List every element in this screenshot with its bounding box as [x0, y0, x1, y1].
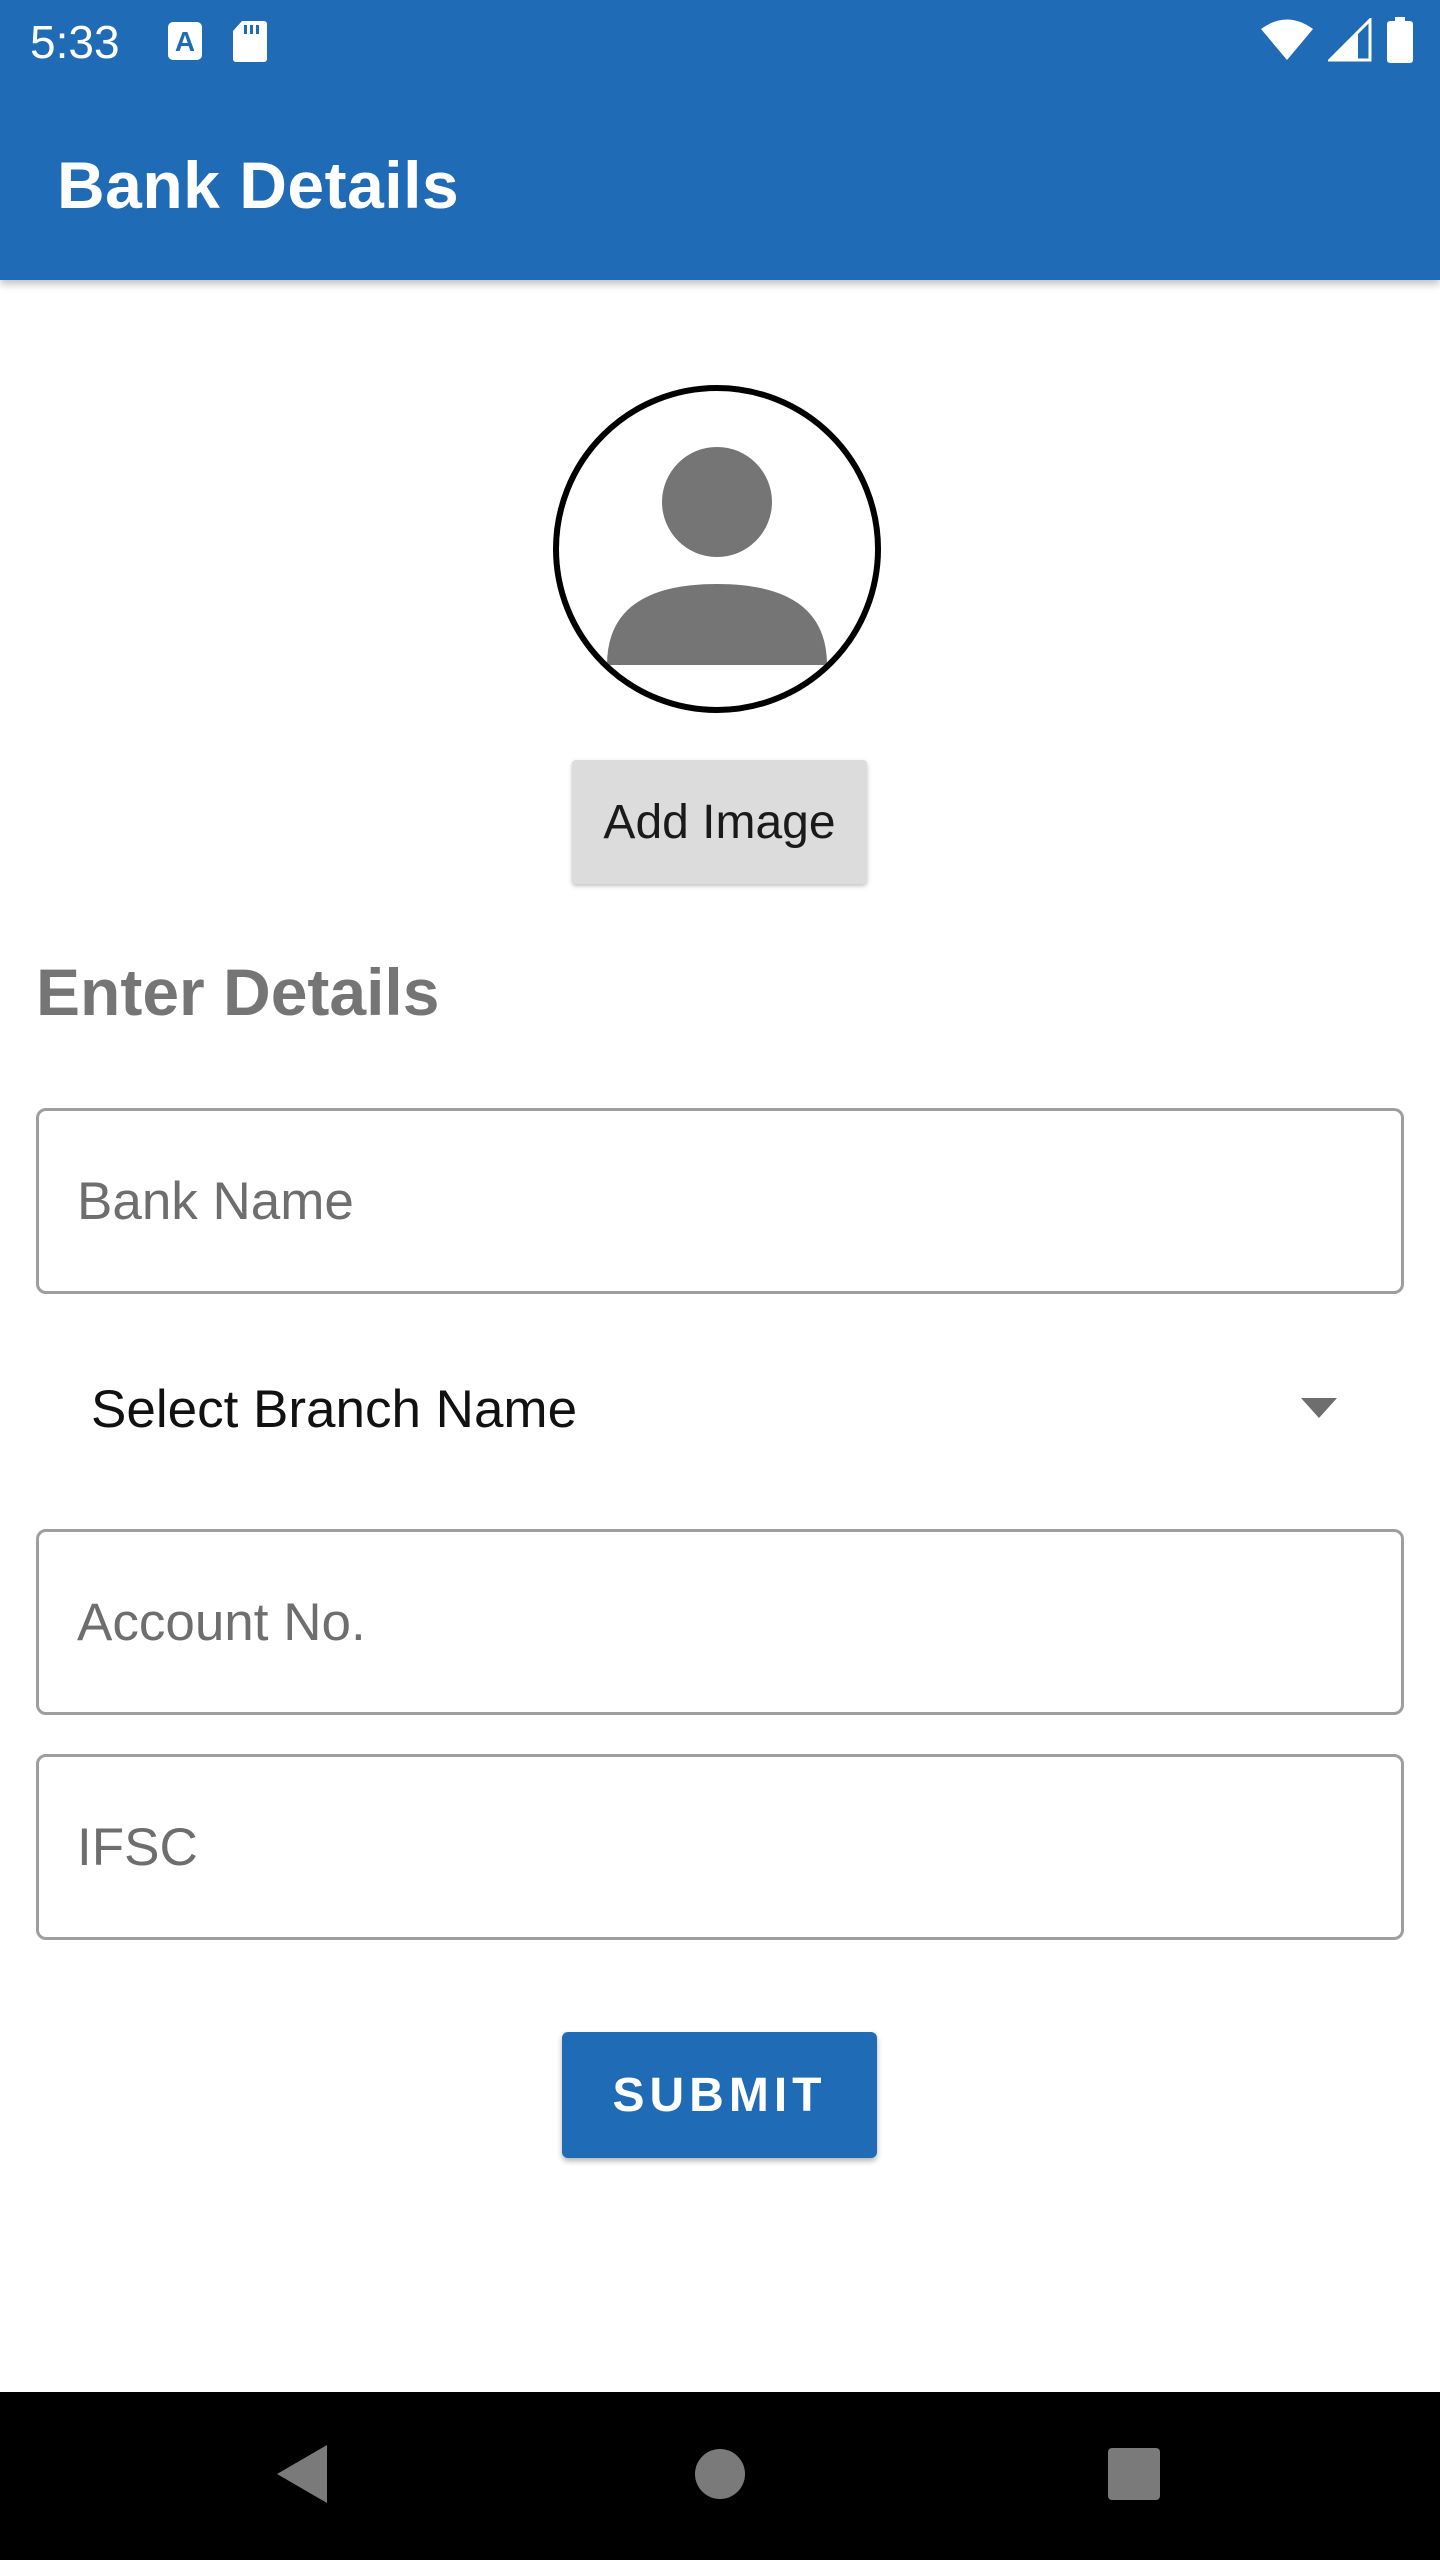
- section-title: Enter Details: [36, 955, 440, 1029]
- wifi-icon: [1260, 18, 1314, 67]
- home-icon: [693, 2447, 747, 2506]
- ifsc-input[interactable]: [77, 1757, 1367, 1937]
- recents-icon: [1107, 2447, 1161, 2506]
- account-no-input[interactable]: [77, 1532, 1367, 1712]
- status-icons-left: A: [166, 20, 268, 66]
- status-icons-right: [1260, 15, 1414, 69]
- app-title: Bank Details: [57, 148, 460, 222]
- bank-name-field[interactable]: [36, 1108, 1404, 1294]
- app-bar: 5:33 A Bank Details: [0, 0, 1440, 280]
- person-icon: [559, 391, 875, 707]
- back-icon: [275, 2443, 329, 2510]
- branch-name-selected: Select Branch Name: [91, 1380, 578, 1439]
- account-no-field[interactable]: [36, 1529, 1404, 1715]
- ifsc-field[interactable]: [36, 1754, 1404, 1940]
- branch-name-spinner[interactable]: Select Branch Name: [36, 1330, 1404, 1490]
- dropdown-arrow-icon: [1299, 1396, 1339, 1420]
- bank-details-screen: 5:33 A Bank Details Add Image Enter Deta…: [0, 0, 1440, 2560]
- svg-text:A: A: [175, 26, 195, 57]
- status-time: 5:33: [30, 16, 120, 68]
- bank-name-input[interactable]: [77, 1111, 1367, 1291]
- text-a-icon: A: [166, 20, 204, 67]
- battery-icon: [1386, 16, 1414, 69]
- submit-button[interactable]: SUBMIT: [562, 2032, 877, 2158]
- navigation-bar: [0, 2392, 1440, 2560]
- nav-back-button[interactable]: [222, 2392, 382, 2560]
- avatar: [553, 385, 881, 713]
- sd-card-icon: [232, 19, 268, 68]
- add-image-button[interactable]: Add Image: [572, 760, 867, 884]
- nav-home-button[interactable]: [640, 2392, 800, 2560]
- cell-signal-icon: [1326, 15, 1372, 67]
- nav-recents-button[interactable]: [1054, 2392, 1214, 2560]
